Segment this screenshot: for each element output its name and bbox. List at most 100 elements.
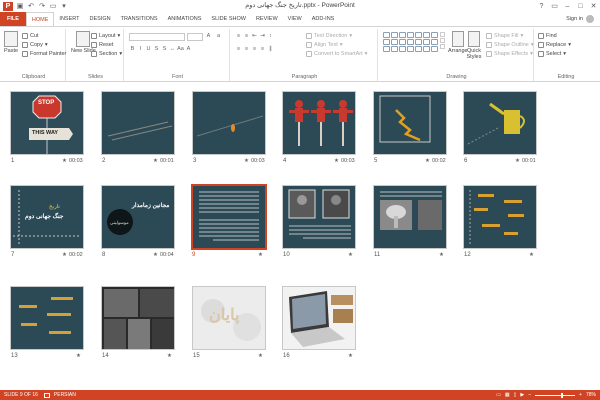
minimize-button[interactable]: – bbox=[561, 0, 574, 12]
strikethrough-icon[interactable]: S bbox=[153, 46, 160, 53]
zoom-slider[interactable] bbox=[535, 392, 576, 398]
flame-art bbox=[193, 92, 265, 154]
tab-review[interactable]: REVIEW bbox=[251, 12, 283, 26]
slide-thumbnail-11[interactable] bbox=[373, 185, 447, 249]
zoom-level[interactable]: 78% bbox=[586, 392, 596, 398]
convert-smartart-button[interactable]: Convert to SmartArt ▾ bbox=[306, 49, 367, 58]
normal-view-icon[interactable]: ▭ bbox=[496, 392, 501, 398]
align-left-icon[interactable]: ≡ bbox=[235, 46, 242, 53]
tab-design[interactable]: DESIGN bbox=[85, 12, 116, 26]
cut-button[interactable]: Cut bbox=[22, 31, 66, 40]
tab-file[interactable]: FILE bbox=[0, 12, 26, 26]
shrink-font-icon[interactable]: a bbox=[215, 33, 222, 40]
copy-button[interactable]: Copy ▾ bbox=[22, 40, 66, 49]
char-spacing-icon[interactable]: ↔ bbox=[169, 46, 176, 53]
font-color-icon[interactable]: A bbox=[185, 46, 192, 53]
align-center-icon[interactable]: ≡ bbox=[243, 46, 250, 53]
tab-animations[interactable]: ANIMATIONS bbox=[163, 12, 207, 26]
format-painter-icon bbox=[22, 50, 28, 57]
tab-slide-show[interactable]: SLIDE SHOW bbox=[206, 12, 251, 26]
grow-font-icon[interactable]: A bbox=[205, 33, 212, 40]
bullets-icon[interactable]: ≡ bbox=[235, 33, 242, 40]
ribbon-display-icon[interactable]: ▭ bbox=[548, 0, 561, 12]
reading-view-icon[interactable]: ▯ bbox=[514, 392, 517, 398]
align-text-button[interactable]: Align Text ▾ bbox=[306, 40, 367, 49]
slideshow-view-icon[interactable]: ▶ bbox=[520, 392, 524, 398]
shape-fill-button[interactable]: Shape Fill ▾ bbox=[486, 31, 534, 40]
convert-smartart-label: Convert to SmartArt bbox=[314, 50, 363, 57]
slide-thumbnail-14[interactable] bbox=[101, 286, 175, 350]
shape-effects-icon bbox=[486, 50, 492, 57]
zoom-in-icon[interactable]: + bbox=[579, 392, 582, 398]
columns-icon[interactable]: ∥ bbox=[267, 46, 274, 53]
reset-button[interactable]: Reset bbox=[91, 40, 122, 49]
numbering-icon[interactable]: ≡ bbox=[243, 33, 250, 40]
paste-button[interactable]: Paste bbox=[4, 31, 18, 54]
shape-effects-button[interactable]: Shape Effects ▾ bbox=[486, 49, 534, 58]
bold-icon[interactable]: B bbox=[129, 46, 136, 53]
line-spacing-icon[interactable]: ↕ bbox=[267, 33, 274, 40]
slide-thumbnail-15[interactable]: پایان bbox=[192, 286, 266, 350]
slide-thumbnail-4[interactable] bbox=[282, 91, 356, 155]
account-area[interactable]: Sign in bbox=[566, 12, 600, 26]
avatar[interactable] bbox=[586, 15, 594, 23]
language-indicator[interactable]: PERSIAN bbox=[54, 392, 76, 398]
slides-label: Slides bbox=[88, 74, 103, 80]
tab-home[interactable]: HOME bbox=[25, 12, 55, 26]
replace-button[interactable]: Replace ▾ bbox=[538, 40, 571, 49]
change-case-icon[interactable]: Aa bbox=[177, 46, 184, 53]
select-button[interactable]: Select ▾ bbox=[538, 49, 571, 58]
sign-in-link[interactable]: Sign in bbox=[566, 16, 583, 22]
help-icon[interactable]: ? bbox=[535, 0, 548, 12]
tab-add-ins[interactable]: ADD-INS bbox=[307, 12, 340, 26]
shapes-gallery[interactable] bbox=[383, 32, 445, 52]
increase-indent-icon[interactable]: ⇥ bbox=[259, 33, 266, 40]
slide-thumbnail-13[interactable] bbox=[10, 286, 84, 350]
slide-thumbnail-6[interactable] bbox=[463, 91, 537, 155]
slide-thumbnail-12[interactable] bbox=[463, 185, 537, 249]
slide-thumbnail-8[interactable]: مجانین زمامدار موسولینی bbox=[101, 185, 175, 249]
animation-star-icon: ★ bbox=[76, 353, 81, 359]
slide-thumbnail-16[interactable] bbox=[282, 286, 356, 350]
slide-thumbnail-10[interactable] bbox=[282, 185, 356, 249]
slide-thumbnail-2[interactable] bbox=[101, 91, 175, 155]
text-direction-button[interactable]: Text Direction ▾ bbox=[306, 31, 367, 40]
spelling-icon[interactable] bbox=[43, 392, 50, 398]
shadow-icon[interactable]: S bbox=[161, 46, 168, 53]
slide-thumbnail-9[interactable] bbox=[191, 184, 267, 250]
find-icon bbox=[538, 32, 544, 39]
cut-icon bbox=[22, 32, 28, 39]
slide-number-9: 9 bbox=[192, 252, 196, 258]
underline-icon[interactable]: U bbox=[145, 46, 152, 53]
align-right-icon[interactable]: ≡ bbox=[251, 46, 258, 53]
layout-button[interactable]: Layout ▾ bbox=[91, 31, 122, 40]
slide-thumbnail-5[interactable] bbox=[373, 91, 447, 155]
shape-outline-button[interactable]: Shape Outline ▾ bbox=[486, 40, 534, 49]
italic-icon[interactable]: I bbox=[137, 46, 144, 53]
close-button[interactable]: ✕ bbox=[587, 0, 600, 12]
section-label: Section bbox=[99, 50, 118, 57]
format-painter-button[interactable]: Format Painter bbox=[22, 49, 66, 58]
maximize-button[interactable]: □ bbox=[574, 0, 587, 12]
font-size-combo[interactable] bbox=[187, 33, 203, 41]
font-name-combo[interactable] bbox=[129, 33, 185, 41]
gallery-scroll[interactable] bbox=[440, 32, 445, 52]
section-button[interactable]: Section ▾ bbox=[91, 49, 122, 58]
slide-thumbnail-1[interactable]: STOP THIS WAY bbox=[10, 91, 84, 155]
animation-star-icon: ★ bbox=[515, 158, 520, 164]
slide-thumbnail-7[interactable]: تاریخ جنگ جهانی دوم bbox=[10, 185, 84, 249]
slide-number-4: 4 bbox=[283, 158, 287, 164]
justify-icon[interactable]: ≡ bbox=[259, 46, 266, 53]
decrease-indent-icon[interactable]: ⇤ bbox=[251, 33, 258, 40]
slide-number-14: 14 bbox=[102, 353, 109, 359]
quick-styles-button[interactable]: Quick Styles bbox=[464, 31, 484, 60]
find-button[interactable]: Find bbox=[538, 31, 571, 40]
zoom-out-icon[interactable]: – bbox=[528, 392, 531, 398]
tab-insert[interactable]: INSERT bbox=[54, 12, 84, 26]
slide-sorter-view-icon[interactable]: ▦ bbox=[505, 392, 510, 398]
zoom-slider-knob[interactable] bbox=[561, 392, 564, 398]
tab-transitions[interactable]: TRANSITIONS bbox=[116, 12, 163, 26]
tab-view[interactable]: VIEW bbox=[283, 12, 307, 26]
format-painter-label: Format Painter bbox=[30, 50, 67, 57]
slide-thumbnail-3[interactable] bbox=[192, 91, 266, 155]
